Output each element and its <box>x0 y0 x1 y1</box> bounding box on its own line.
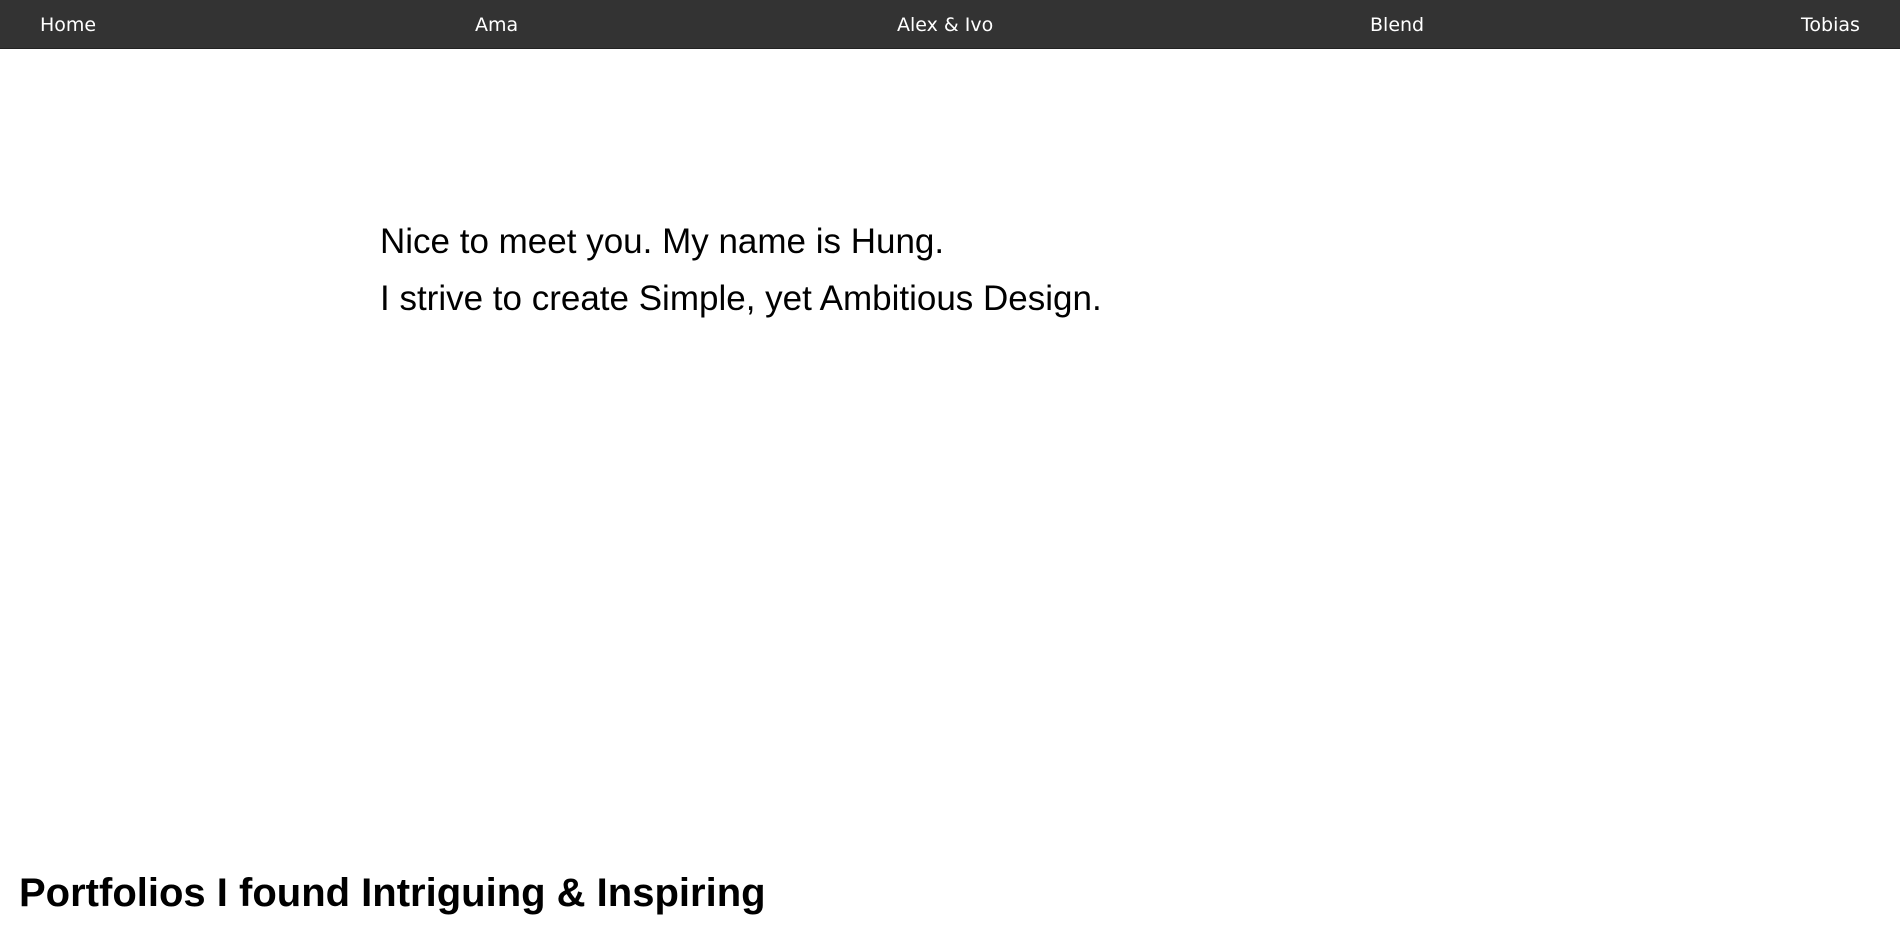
nav-link-blend[interactable]: Blend <box>1370 14 1424 36</box>
nav-link-alex-and-ivo[interactable]: Alex & Ivo <box>897 14 993 36</box>
intro-line-greeting: Nice to meet you. My name is Hung. <box>380 222 945 261</box>
portfolios-heading: Portfolios I found Intriguing & Inspirin… <box>19 871 766 915</box>
nav-link-home[interactable]: Home <box>40 14 96 36</box>
nav-link-ama[interactable]: Ama <box>475 14 518 36</box>
intro-text: Nice to meet you. My name is Hung. I str… <box>380 213 1102 327</box>
nav-link-tobias[interactable]: Tobias <box>1801 14 1860 36</box>
intro-line-tagline: I strive to create Simple, yet Ambitious… <box>380 279 1102 318</box>
top-navbar: Home Ama Alex & Ivo Blend Tobias <box>0 0 1900 49</box>
